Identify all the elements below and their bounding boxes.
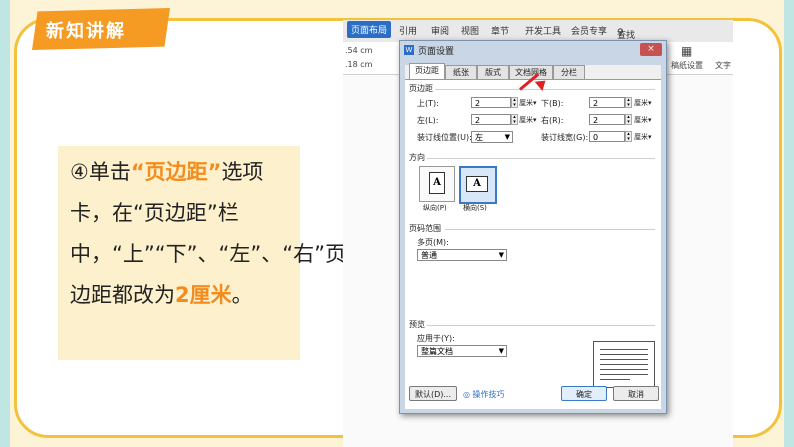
- gutter-width-spinner[interactable]: ▴ ▾: [625, 131, 632, 142]
- multiple-pages-label: 多页(M):: [417, 238, 449, 247]
- gutter-width-unit[interactable]: 厘米▾: [634, 132, 652, 142]
- pages-section-title: 页码范围: [409, 224, 441, 233]
- draft-paper-setting[interactable]: 稿纸设置: [671, 60, 703, 71]
- dialog-title: 页面设置: [418, 47, 455, 57]
- ok-button[interactable]: 确定: [561, 386, 607, 401]
- gutter-width-input[interactable]: 0: [589, 131, 625, 142]
- landscape-option[interactable]: A: [459, 166, 497, 204]
- close-button[interactable]: ×: [640, 43, 662, 56]
- chevron-down-icon: ▼: [498, 251, 504, 259]
- tab-layout[interactable]: 版式: [477, 65, 509, 80]
- instruction-callout: ④单击“页边距”选项卡，在“页边距”栏中，“上”“下”、“左”、“右”页边距都改…: [58, 146, 346, 360]
- preview-line: [600, 369, 648, 370]
- dialog-titlebar[interactable]: W 页面设置 ×: [400, 41, 666, 59]
- bottom-margin-unit[interactable]: 厘米▾: [634, 98, 652, 108]
- slide-edge-left: [0, 0, 10, 447]
- margins-panel: 页边距 上(T): 2 ▴ ▾ 厘米▾ 下(B): 2 ▴ ▾ 厘米▾ 左(L): …: [405, 79, 661, 409]
- margin-value-2: .18 cm: [345, 60, 373, 69]
- divider: [435, 89, 655, 90]
- preview-section-title: 预览: [409, 320, 425, 329]
- ribbon-tab-references[interactable]: 引用: [399, 24, 417, 37]
- text-direction[interactable]: 文字: [715, 60, 731, 71]
- left-margin-unit[interactable]: 厘米▾: [519, 115, 537, 125]
- tips-link-label: 操作技巧: [472, 390, 505, 399]
- bottom-margin-label: 下(B):: [541, 99, 564, 108]
- orientation-section-title: 方向: [409, 153, 425, 162]
- top-margin-label: 上(T):: [417, 99, 439, 108]
- apply-to-label: 应用于(Y):: [417, 334, 455, 343]
- top-margin-spinner[interactable]: ▴ ▾: [511, 97, 518, 108]
- left-margin-label: 左(L):: [417, 116, 439, 125]
- paper-grid-icon[interactable]: ▦: [681, 44, 692, 58]
- instruction-step: ④单击: [70, 160, 131, 184]
- gutter-width-label: 装订线宽(G):: [541, 133, 589, 142]
- landscape-page-icon: A: [466, 176, 488, 192]
- dialog-body: 页边距 纸张 版式 文档网格 分栏 页边距 上(T): 2 ▴ ▾ 厘米▾ 下(B…: [405, 63, 661, 409]
- ribbon-tabs: 页面布局 引用 审阅 视图 章节 开发工具 会员专享 ⚲查找命令、搜索模板: [343, 20, 733, 93]
- ribbon-tab-page-layout[interactable]: 页面布局: [347, 21, 392, 38]
- ribbon-tab-member[interactable]: 会员专享: [571, 24, 607, 37]
- instruction-end: 。: [231, 283, 253, 307]
- margin-value-1: .54 cm: [345, 46, 373, 55]
- right-margin-label: 右(R):: [541, 116, 564, 125]
- bottom-margin-spinner[interactable]: ▴ ▾: [625, 97, 632, 108]
- left-margin-input[interactable]: 2: [471, 114, 511, 125]
- page-preview: [593, 341, 655, 388]
- tips-link[interactable]: ◎ 操作技巧: [463, 389, 505, 400]
- cancel-button[interactable]: 取消: [613, 386, 659, 401]
- chevron-down-icon: ▼: [498, 347, 504, 355]
- top-margin-unit[interactable]: 厘米▾: [519, 98, 537, 108]
- gutter-position-value: 左: [475, 133, 483, 142]
- section-tag: 新知讲解: [32, 8, 170, 50]
- margins-section-title: 页边距: [409, 84, 433, 93]
- ribbon-tab-view[interactable]: 视图: [461, 24, 479, 37]
- instruction-text: ④单击“页边距”选项卡，在“页边距”栏中，“上”“下”、“左”、“右”页边距都改…: [70, 152, 346, 316]
- portrait-page-icon: A: [429, 172, 445, 194]
- preview-line: [600, 354, 648, 355]
- preview-line: [600, 349, 648, 350]
- top-margin-input[interactable]: 2: [471, 97, 511, 108]
- instruction-highlight-tab: “页边距”: [130, 160, 222, 184]
- help-icon: ◎: [463, 390, 473, 399]
- landscape-label: 横向(S): [463, 204, 487, 212]
- gutter-position-select[interactable]: 左 ▼: [471, 131, 513, 143]
- multiple-pages-select[interactable]: 普通 ▼: [417, 249, 507, 261]
- tab-margins[interactable]: 页边距: [409, 63, 445, 80]
- portrait-option[interactable]: A: [419, 166, 455, 202]
- ribbon-tab-chapter[interactable]: 章节: [491, 24, 509, 37]
- chevron-down-icon: ▼: [504, 133, 510, 141]
- preview-line: [600, 379, 630, 380]
- apply-to-value: 整篇文档: [421, 347, 453, 356]
- left-margin-spinner[interactable]: ▴ ▾: [511, 114, 518, 125]
- slide-edge-right: [784, 0, 794, 447]
- page-setup-dialog: W 页面设置 × 页边距 纸张 版式 文档网格 分栏 页边距 上(T): 2 ▴…: [399, 40, 667, 414]
- gutter-position-label: 装订线位置(U):: [417, 133, 472, 142]
- apply-to-select[interactable]: 整篇文档 ▼: [417, 345, 507, 357]
- divider: [445, 229, 655, 230]
- right-margin-unit[interactable]: 厘米▾: [634, 115, 652, 125]
- instruction-highlight-value: 2厘米: [175, 283, 232, 307]
- divider: [427, 158, 655, 159]
- tab-columns[interactable]: 分栏: [553, 65, 585, 80]
- portrait-label: 纵向(P): [423, 204, 447, 212]
- right-margin-spinner[interactable]: ▴ ▾: [625, 114, 632, 125]
- ribbon-tab-developer[interactable]: 开发工具: [525, 24, 561, 37]
- preview-line: [600, 359, 648, 360]
- ribbon-tab-review[interactable]: 审阅: [431, 24, 449, 37]
- tab-paper[interactable]: 纸张: [445, 65, 477, 80]
- preview-line: [600, 374, 648, 375]
- preview-line: [600, 364, 648, 365]
- right-margin-input[interactable]: 2: [589, 114, 625, 125]
- divider: [427, 325, 655, 326]
- multiple-pages-value: 普通: [421, 251, 437, 260]
- section-tag-label: 新知讲解: [46, 21, 126, 42]
- default-button[interactable]: 默认(D)...: [409, 386, 457, 401]
- bottom-margin-input[interactable]: 2: [589, 97, 625, 108]
- wps-app-icon: W: [404, 45, 414, 55]
